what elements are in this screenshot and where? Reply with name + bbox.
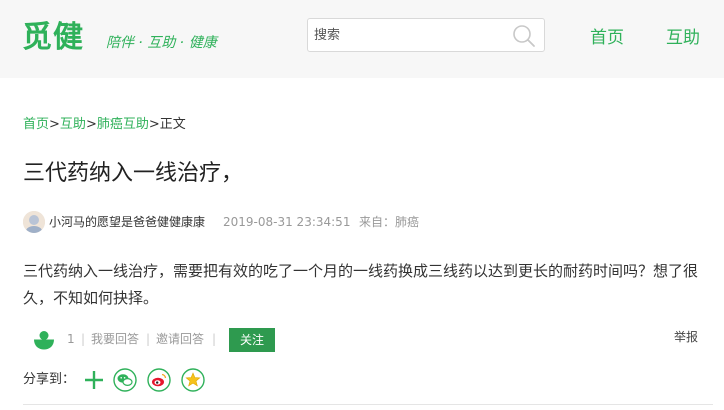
avatar[interactable] (23, 211, 45, 233)
qzone-icon[interactable] (181, 368, 205, 392)
logo-text: 觅健 (22, 20, 84, 55)
avatar-image (23, 211, 45, 233)
like-icon[interactable] (33, 330, 55, 350)
invite-answer-link[interactable]: 邀请回答 (156, 332, 204, 347)
breadcrumb-separator: > (148, 117, 160, 132)
post-meta: 小河马的愿望是爸爸健健康康 2019-08-31 23:34:51 来自：肺癌 (23, 211, 703, 235)
plus-icon[interactable] (82, 368, 106, 392)
search-input[interactable] (314, 23, 504, 47)
follow-button[interactable]: 关注 (229, 328, 275, 352)
logo-slogan: 陪伴 · 互助 · 健康 (106, 35, 217, 51)
post-time: 2019-08-31 23:34:51 (223, 215, 351, 229)
breadcrumb-current: 正文 (159, 117, 186, 132)
action-separator: | (212, 332, 217, 346)
wechat-icon[interactable] (113, 368, 137, 392)
answer-link[interactable]: 我要回答 (91, 332, 139, 347)
action-separator: | (81, 332, 86, 346)
breadcrumb-separator: > (49, 117, 60, 132)
breadcrumb-lung-cancer[interactable]: 肺癌互助 (97, 117, 149, 132)
share-label: 分享到： (23, 372, 76, 387)
breadcrumb: 首页>互助>肺癌互助>正文 (23, 117, 186, 133)
site-header: 觅健 陪伴 · 互助 · 健康 首页 互助 (0, 0, 724, 78)
post-source: 来自：肺癌 (359, 215, 420, 229)
like-count: 1 (67, 332, 75, 346)
breadcrumb-home[interactable]: 首页 (23, 117, 49, 132)
post-title: 三代药纳入一线治疗， (23, 161, 244, 186)
breadcrumb-help[interactable]: 互助 (60, 117, 86, 132)
nav-help[interactable]: 互助 (666, 28, 700, 48)
nav-home[interactable]: 首页 (590, 28, 624, 48)
breadcrumb-separator: > (85, 117, 97, 132)
share-bar: 分享到： (23, 368, 323, 392)
action-separator: | (146, 332, 151, 346)
search-icon[interactable] (512, 24, 536, 48)
report-link[interactable]: 举报 (674, 330, 698, 345)
search-box (307, 18, 545, 52)
post-content: 三代药纳入一线治疗，需要把有效的吃了一个月的一线药换成三线药以达到更长的耐药时间… (23, 262, 699, 307)
divider (23, 404, 713, 405)
author-name[interactable]: 小河马的愿望是爸爸健健康康 (49, 215, 205, 230)
post-actions: 1 | 我要回答 | 邀请回答 | 关注 举报 (23, 327, 698, 353)
weibo-icon[interactable] (147, 368, 171, 392)
